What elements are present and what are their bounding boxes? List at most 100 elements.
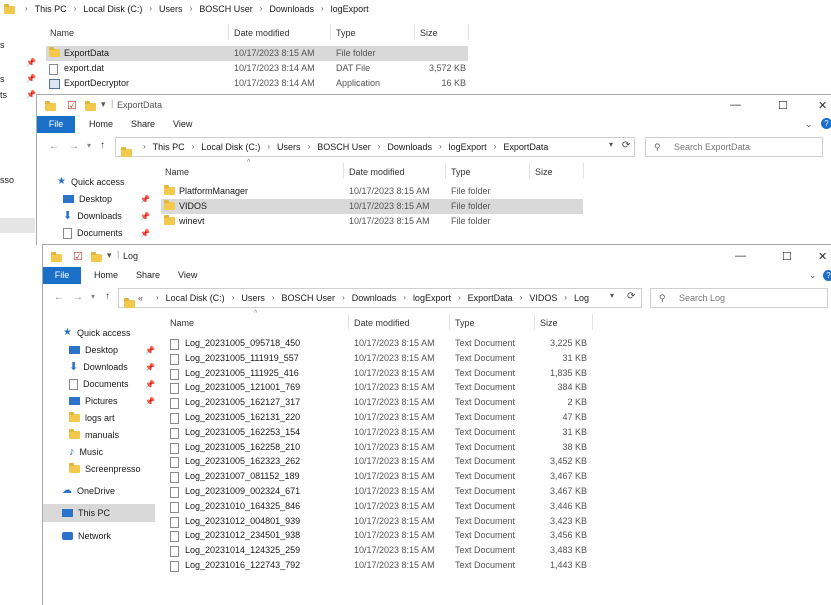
- maximize-button[interactable]: ☐: [778, 99, 788, 112]
- list-item[interactable]: Log_20231005_162323_262 10/17/2023 8:15 A…: [167, 454, 592, 469]
- close-button[interactable]: ✕: [818, 250, 827, 263]
- nav-item-desktop[interactable]: Desktop: [69, 342, 118, 358]
- breadcrumb-item[interactable]: BOSCH User: [317, 138, 371, 156]
- breadcrumb-item[interactable]: Local Disk (C:): [166, 289, 225, 307]
- list-item[interactable]: Log_20231005_162131_220 10/17/2023 8:15 A…: [167, 410, 592, 425]
- breadcrumb-separator-icon[interactable]: ›: [458, 289, 461, 307]
- address-bar[interactable]: « › Local Disk (C:) › Users › BOSCH User › Down…: [118, 288, 642, 308]
- list-item[interactable]: Log_20231010_164325_846 10/17/2023 8:15 A…: [167, 499, 592, 514]
- breadcrumb-separator-icon[interactable]: ›: [156, 289, 159, 307]
- column-header-name[interactable]: Name: [170, 318, 194, 328]
- up-button[interactable]: ↑: [105, 291, 110, 302]
- nav-onedrive[interactable]: ☁ OneDrive: [62, 483, 115, 499]
- column-header-name[interactable]: Name: [165, 167, 189, 177]
- breadcrumb-separator-icon[interactable]: ›: [143, 138, 146, 156]
- list-item[interactable]: Log_20231005_111919_557 10/17/2023 8:15 A…: [167, 351, 592, 366]
- breadcrumb[interactable]: › This PC › Local Disk (C:) › Users › BOSCH Use…: [18, 3, 369, 15]
- nav-item-screenpresso[interactable]: Screenpresso: [69, 461, 141, 477]
- breadcrumb-separator-icon[interactable]: ›: [494, 138, 497, 156]
- recent-locations-icon[interactable]: ▾: [87, 141, 91, 150]
- minimize-button[interactable]: —: [730, 99, 741, 111]
- forward-button[interactable]: →: [73, 292, 83, 303]
- breadcrumb-item[interactable]: Users: [159, 3, 183, 15]
- nav-item-documents[interactable]: Documents: [63, 225, 123, 241]
- back-button[interactable]: ←: [54, 292, 64, 303]
- column-header-size[interactable]: Size: [535, 167, 553, 177]
- list-item[interactable]: Log_20231005_111925_416 10/17/2023 8:15 A…: [167, 366, 592, 381]
- address-bar[interactable]: › This PC › Local Disk (C:) › Users › BOSCH Use…: [115, 137, 635, 157]
- breadcrumb[interactable]: › This PC › Local Disk (C:) › Users › BOSCH Use…: [136, 138, 548, 156]
- breadcrumb[interactable]: › Local Disk (C:) › Users › BOSCH User › Downlo…: [149, 289, 589, 307]
- list-item[interactable]: Log_20231005_162258_210 10/17/2023 8:15 A…: [167, 440, 592, 455]
- refresh-button[interactable]: ⟳: [627, 291, 635, 302]
- nav-item-manuals[interactable]: manuals: [69, 427, 119, 443]
- maximize-button[interactable]: ☐: [782, 250, 792, 263]
- address-dropdown-icon[interactable]: ▾: [609, 140, 613, 149]
- breadcrumb-separator-icon[interactable]: ›: [403, 289, 406, 307]
- breadcrumb-separator-icon[interactable]: ›: [272, 289, 275, 307]
- column-header-name[interactable]: Name: [50, 28, 74, 38]
- list-item[interactable]: Log_20231016_122743_792 10/17/2023 8:15 A…: [167, 558, 592, 573]
- nav-item-documents[interactable]: Documents: [69, 376, 129, 392]
- list-item[interactable]: PlatformManager 10/17/2023 8:15 AM File fo…: [161, 184, 583, 199]
- ribbon-tab-home[interactable]: Home: [89, 116, 113, 133]
- column-header-size[interactable]: Size: [540, 318, 558, 328]
- nav-item-downloads[interactable]: ⬇ Downloads: [63, 208, 122, 224]
- breadcrumb-separator-icon[interactable]: ›: [267, 138, 270, 156]
- list-item[interactable]: Log_20231005_095718_450 10/17/2023 8:15 A…: [167, 336, 592, 351]
- breadcrumb-separator-icon[interactable]: ›: [321, 3, 324, 15]
- ribbon-tab-file[interactable]: File: [43, 267, 81, 284]
- list-item[interactable]: ExportDecryptor 10/17/2023 8:14 AM Applica…: [46, 76, 468, 91]
- list-item[interactable]: winevt 10/17/2023 8:15 AM File folder: [161, 214, 583, 229]
- list-item[interactable]: Log_20231005_121001_769 10/17/2023 8:15 A…: [167, 380, 592, 395]
- ribbon-tab-share[interactable]: Share: [131, 116, 155, 133]
- column-header-date[interactable]: Date modified: [354, 318, 410, 328]
- breadcrumb-item[interactable]: Downloads: [269, 3, 314, 15]
- breadcrumb-separator-icon[interactable]: ›: [232, 289, 235, 307]
- breadcrumb-separator-icon[interactable]: ›: [190, 3, 193, 15]
- list-item[interactable]: Log_20231009_002324_671 10/17/2023 8:15 A…: [167, 484, 592, 499]
- list-item[interactable]: Log_20231005_162253_154 10/17/2023 8:15 A…: [167, 425, 592, 440]
- list-item[interactable]: export.dat 10/17/2023 8:14 AM DAT File 3,57…: [46, 61, 468, 76]
- address-dropdown-icon[interactable]: ▾: [610, 291, 614, 300]
- properties-icon[interactable]: ☑: [73, 250, 83, 263]
- breadcrumb-item[interactable]: This PC: [35, 3, 67, 15]
- help-icon[interactable]: ?: [821, 118, 831, 129]
- breadcrumb-item[interactable]: BOSCH User: [199, 3, 253, 15]
- recent-locations-icon[interactable]: ▾: [91, 292, 95, 301]
- breadcrumb-separator-icon[interactable]: ›: [74, 3, 77, 15]
- breadcrumb-item[interactable]: Downloads: [387, 138, 432, 156]
- column-header-type[interactable]: Type: [336, 28, 356, 38]
- up-button[interactable]: ↑: [100, 140, 105, 151]
- breadcrumb-separator-icon[interactable]: ›: [520, 289, 523, 307]
- list-item[interactable]: ExportData 10/17/2023 8:15 AM File folder: [46, 46, 468, 61]
- nav-item-downloads[interactable]: ⬇ Downloads: [69, 359, 128, 375]
- search-input[interactable]: ⚲ Search ExportData: [645, 137, 823, 157]
- ribbon-tab-share[interactable]: Share: [136, 267, 160, 284]
- breadcrumb-item[interactable]: logExport: [449, 138, 487, 156]
- help-icon[interactable]: ?: [823, 270, 831, 281]
- breadcrumb-overflow-icon[interactable]: «: [138, 289, 143, 307]
- forward-button[interactable]: →: [69, 141, 79, 152]
- breadcrumb-item[interactable]: Downloads: [352, 289, 397, 307]
- nav-item-logs-art[interactable]: logs art: [69, 410, 115, 426]
- nav-quick-access[interactable]: ★ Quick access: [63, 325, 131, 341]
- column-header-date[interactable]: Date modified: [234, 28, 290, 38]
- breadcrumb-item[interactable]: BOSCH User: [282, 289, 336, 307]
- breadcrumb-separator-icon[interactable]: ›: [564, 289, 567, 307]
- breadcrumb-separator-icon[interactable]: ›: [192, 138, 195, 156]
- breadcrumb-item[interactable]: VIDOS: [529, 289, 557, 307]
- breadcrumb-item[interactable]: Local Disk (C:): [201, 138, 260, 156]
- nav-item-pictures[interactable]: Pictures: [69, 393, 118, 409]
- column-header-type[interactable]: Type: [451, 167, 471, 177]
- search-input[interactable]: ⚲ Search Log: [650, 288, 828, 308]
- breadcrumb-separator-icon[interactable]: ›: [149, 3, 152, 15]
- breadcrumb-item[interactable]: Users: [241, 289, 265, 307]
- expand-ribbon-icon[interactable]: ⌄: [809, 267, 817, 284]
- quick-access-dropdown-icon[interactable]: ▾: [107, 250, 112, 261]
- breadcrumb-separator-icon[interactable]: ›: [260, 3, 263, 15]
- nav-quick-access[interactable]: ★ Quick access: [57, 174, 125, 190]
- list-item[interactable]: Log_20231012_004801_939 10/17/2023 8:15 A…: [167, 514, 592, 529]
- nav-item-music[interactable]: ♪ Music: [69, 444, 103, 460]
- quick-access-dropdown-icon[interactable]: ▾: [101, 99, 106, 110]
